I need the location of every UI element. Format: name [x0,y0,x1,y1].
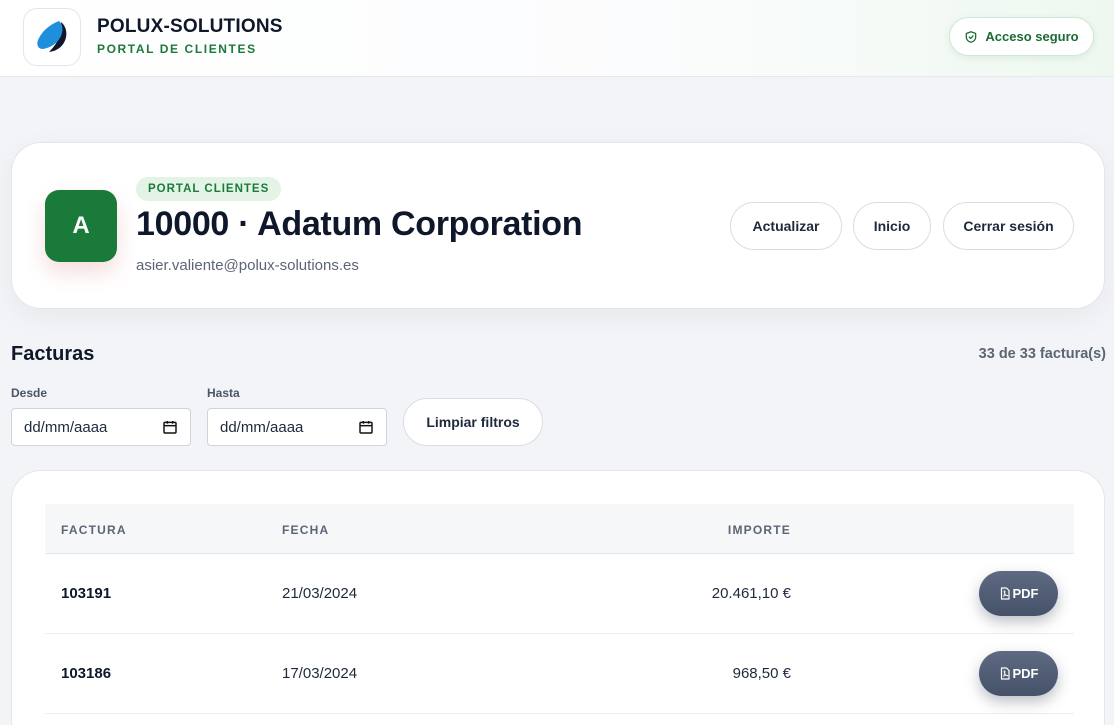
to-date-input[interactable]: dd/mm/aaaa [207,408,387,446]
invoices-table-card: FACTURA FECHA IMPORTE 103191 21/03/2024 … [11,470,1105,725]
brand-name: POLUX-SOLUTIONS [97,16,283,37]
table-row: 103191 21/03/2024 20.461,10 € PDF [45,554,1074,634]
secure-access-label: Acceso seguro [985,29,1079,44]
invoice-amount: 968,50 € [732,665,791,682]
column-header-invoice: FACTURA [61,523,127,537]
brand-logo[interactable] [23,8,81,66]
invoice-date: 17/03/2024 [282,665,358,682]
pdf-file-icon [1000,587,1010,600]
column-header-amount: IMPORTE [727,523,791,537]
to-date-value: dd/mm/aaaa [220,418,304,436]
top-bar: POLUX-SOLUTIONS PORTAL DE CLIENTES Acces… [0,0,1114,77]
calendar-icon[interactable] [162,419,178,435]
portal-tag: PORTAL CLIENTES [136,177,282,201]
secure-access-button[interactable]: Acceso seguro [949,17,1094,56]
shield-icon [966,30,977,43]
invoice-number: 103186 [61,665,112,682]
from-date-label: Desde [11,386,48,400]
calendar-icon[interactable] [358,419,374,435]
logout-button[interactable]: Cerrar sesión [943,202,1074,250]
leaf-logo-icon [37,21,67,52]
table-header: FACTURA FECHA IMPORTE [45,504,1074,554]
invoice-count: 33 de 33 factura(s) [978,346,1106,362]
table-row: 103186 17/03/2024 968,50 € PDF [45,634,1074,714]
column-header-date: FECHA [282,523,330,537]
invoice-number: 103191 [61,585,112,602]
download-pdf-button[interactable]: PDF [979,651,1058,696]
user-email: asier.valiente@polux-solutions.es [136,257,359,274]
customer-title: 10000 · Adatum Corporation [136,205,583,243]
pdf-button-label: PDF [1012,586,1039,601]
avatar: A [45,190,117,262]
invoices-title: Facturas [11,343,95,365]
brand-subtitle: PORTAL DE CLIENTES [97,42,257,56]
pdf-button-label: PDF [1012,666,1039,681]
to-date-label: Hasta [207,386,240,400]
invoice-amount: 20.461,10 € [711,585,791,602]
home-button[interactable]: Inicio [853,202,931,250]
pdf-file-icon [1000,667,1010,680]
clear-filters-button[interactable]: Limpiar filtros [403,398,543,446]
download-pdf-button[interactable]: PDF [979,571,1058,616]
from-date-value: dd/mm/aaaa [24,418,108,436]
invoice-date: 21/03/2024 [282,585,358,602]
from-date-input[interactable]: dd/mm/aaaa [11,408,191,446]
customer-card: A PORTAL CLIENTES 10000 · Adatum Corpora… [11,142,1105,309]
refresh-button[interactable]: Actualizar [730,202,842,250]
